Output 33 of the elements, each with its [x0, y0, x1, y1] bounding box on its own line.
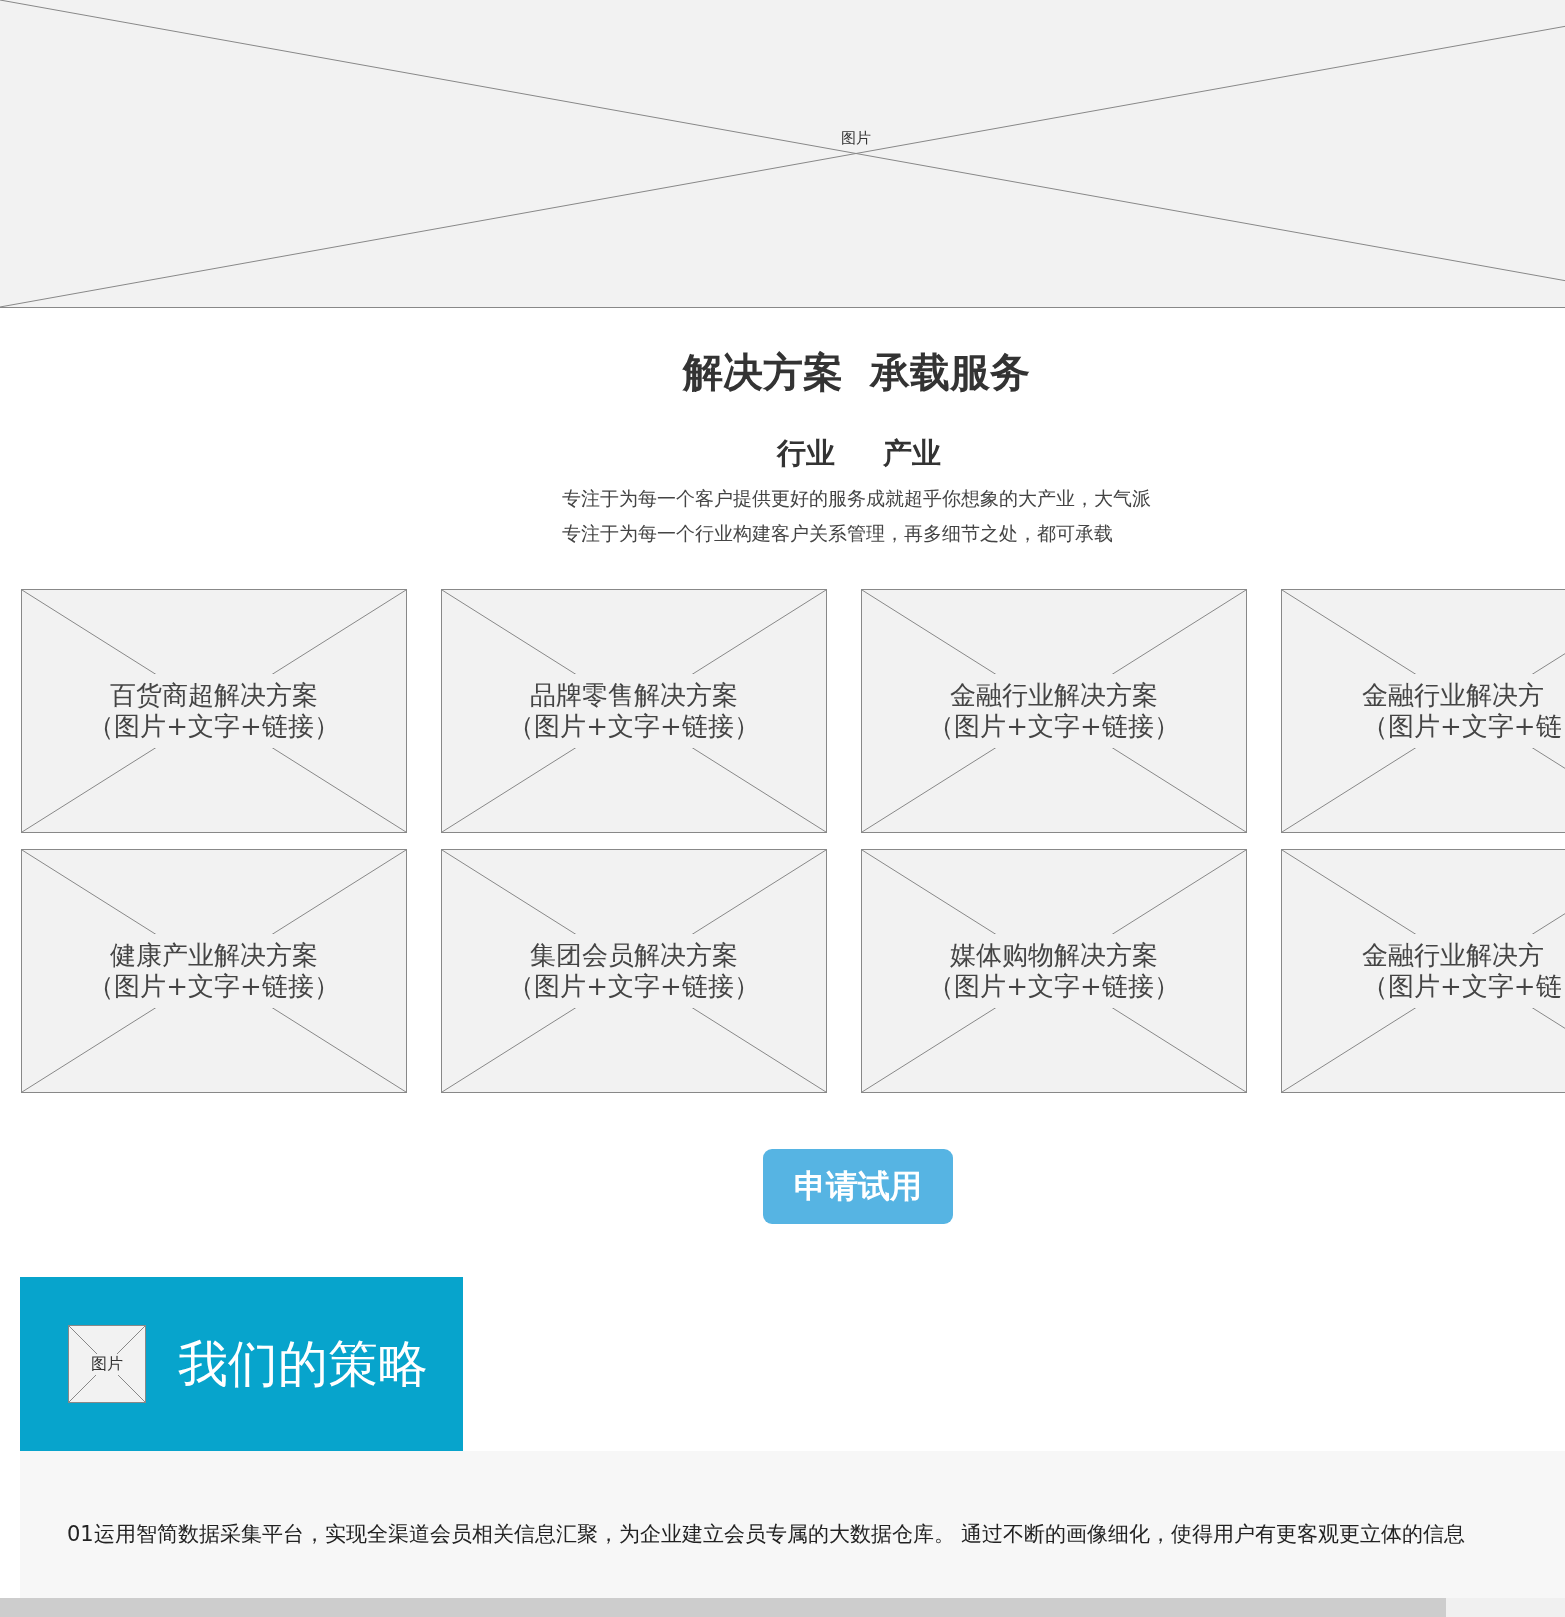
- solution-card[interactable]: 品牌零售解决方案 （图片+文字+链接）: [441, 589, 827, 833]
- solution-card[interactable]: 金融行业解决方 （图片+文字+链: [1281, 849, 1565, 1093]
- solution-card[interactable]: 百货商超解决方案 （图片+文字+链接）: [21, 589, 407, 833]
- card-subtitle: （图片+文字+链接）: [87, 971, 341, 1002]
- card-title: 媒体购物解决方案: [949, 940, 1159, 971]
- card-subtitle: （图片+文字+链接）: [927, 971, 1181, 1002]
- section-title: 解决方案 承载服务: [681, 348, 1032, 396]
- card-title: 百货商超解决方案: [109, 680, 319, 711]
- solution-card[interactable]: 媒体购物解决方案 （图片+文字+链接）: [861, 849, 1247, 1093]
- solution-card[interactable]: 健康产业解决方案 （图片+文字+链接）: [21, 849, 407, 1093]
- solution-card[interactable]: 金融行业解决方案 （图片+文字+链接）: [861, 589, 1247, 833]
- card-title: 金融行业解决方案: [949, 680, 1159, 711]
- placeholder-label: 图片: [91, 1353, 123, 1375]
- strategy-title: 我们的策略: [178, 1333, 428, 1395]
- card-title: 金融行业解决方: [1361, 940, 1545, 971]
- card-subtitle: （图片+文字+链接）: [507, 711, 761, 742]
- card-title: 集团会员解决方案: [529, 940, 739, 971]
- card-subtitle: （图片+文字+链: [1361, 971, 1563, 1002]
- category-tab[interactable]: 产业: [882, 435, 941, 471]
- category-tab[interactable]: 行业: [776, 435, 835, 471]
- placeholder-label: 图片: [839, 129, 873, 148]
- card-subtitle: （图片+文字+链: [1361, 711, 1563, 742]
- card-subtitle: （图片+文字+链接）: [507, 971, 761, 1002]
- card-subtitle: （图片+文字+链接）: [927, 711, 1181, 742]
- strategy-text: 01运用智简数据采集平台，实现全渠道会员相关信息汇聚，为企业建立会员专属的大数据仓库。 通过不断的画像细化，使得用户有更客观更立体的信息: [67, 1520, 1466, 1548]
- description-line: 专注于为每一个行业构建客户关系管理，再多细节之处，都可承载: [562, 521, 1114, 546]
- card-title: 品牌零售解决方案: [529, 680, 739, 711]
- solution-card[interactable]: 集团会员解决方案 （图片+文字+链接）: [441, 849, 827, 1093]
- solution-card[interactable]: 金融行业解决方 （图片+文字+链: [1281, 589, 1565, 833]
- card-subtitle: （图片+文字+链接）: [87, 711, 341, 742]
- card-title: 金融行业解决方: [1361, 680, 1545, 711]
- description-line: 专注于为每一个客户提供更好的服务成就超乎你想象的大产业，大气派: [562, 486, 1151, 511]
- card-title: 健康产业解决方案: [109, 940, 319, 971]
